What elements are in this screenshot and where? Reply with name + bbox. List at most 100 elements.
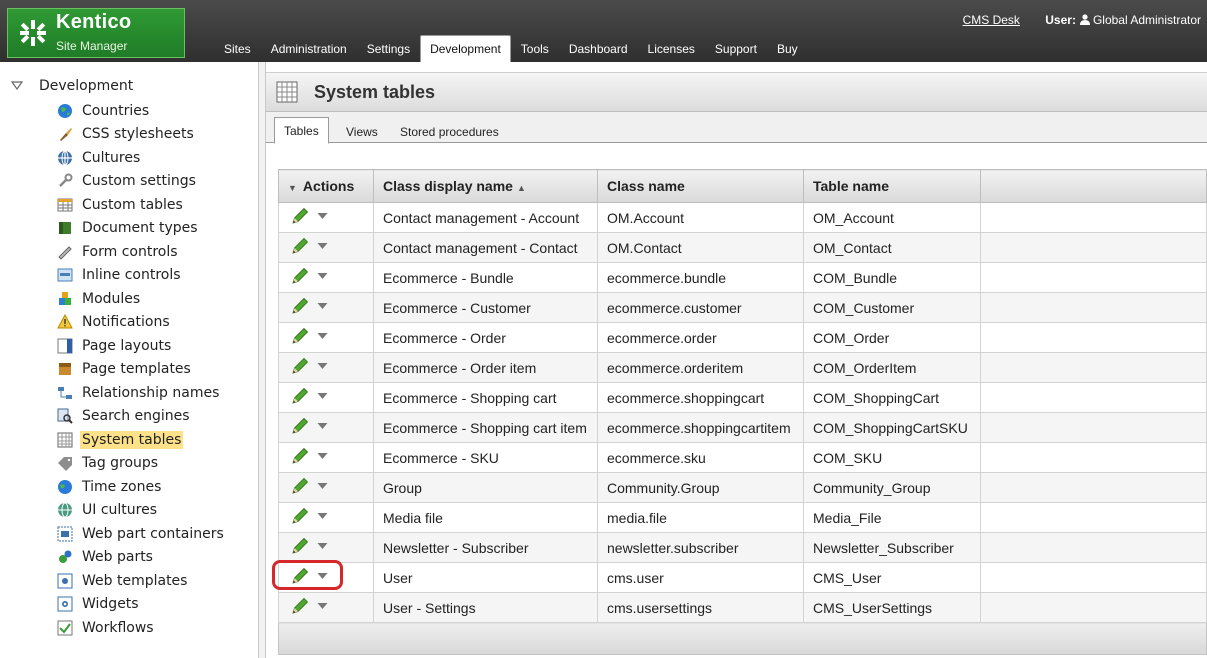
user-area: CMS Desk User: Global Administrator <box>963 13 1201 27</box>
context-menu-arrow-icon[interactable] <box>317 302 328 310</box>
tree-item-tag-groups[interactable]: Tag groups <box>57 452 226 476</box>
table-row[interactable]: Ecommerce - Shopping cart item ecommerce.… <box>278 412 1207 443</box>
edit-pencil-icon[interactable] <box>291 297 309 315</box>
user-name[interactable]: Global Administrator <box>1093 13 1201 27</box>
table-row[interactable]: User - Settings cms.usersettings CMS_UserS… <box>278 592 1207 623</box>
filler-cell <box>980 382 1207 413</box>
tree-item-web-part-containers[interactable]: Web part containers <box>57 522 226 546</box>
edit-pencil-icon[interactable] <box>291 327 309 345</box>
tree-item-notifications[interactable]: Notifications <box>57 311 226 335</box>
context-menu-arrow-icon[interactable] <box>317 422 328 430</box>
table-row[interactable]: Ecommerce - Order ecommerce.order COM_Orde… <box>278 322 1207 353</box>
table-row[interactable]: Ecommerce - SKU ecommerce.sku COM_SKU <box>278 442 1207 473</box>
tab-views[interactable]: Views <box>346 125 378 139</box>
nav-tools[interactable]: Tools <box>511 42 559 62</box>
edit-pencil-icon[interactable] <box>291 537 309 555</box>
table-row[interactable]: Contact management - Account OM.Account OM… <box>278 202 1207 233</box>
table-row[interactable]: Ecommerce - Customer ecommerce.customer CO… <box>278 292 1207 323</box>
tab-stored-procedures[interactable]: Stored procedures <box>400 125 499 139</box>
edit-pencil-icon[interactable] <box>291 417 309 435</box>
context-menu-arrow-icon[interactable] <box>317 452 328 460</box>
context-menu-arrow-icon[interactable] <box>317 332 328 340</box>
tree-item-search-engines[interactable]: Search engines <box>57 405 226 429</box>
table-name-header[interactable]: Table name <box>803 169 981 203</box>
edit-pencil-icon[interactable] <box>291 447 309 465</box>
actions-header[interactable]: ▼ Actions <box>278 169 374 203</box>
tree-item-inline-controls[interactable]: Inline controls <box>57 264 226 288</box>
tree-item-page-templates[interactable]: Page templates <box>57 358 226 382</box>
edit-pencil-icon[interactable] <box>291 267 309 285</box>
tree-item-time-zones[interactable]: Time zones <box>57 475 226 499</box>
kentico-logo[interactable]: Kentico Site Manager <box>7 8 185 58</box>
class-display-name-cell: Media file <box>373 502 598 533</box>
cms-desk-link[interactable]: CMS Desk <box>963 13 1020 27</box>
tree-item-system-tables[interactable]: System tables <box>57 428 226 452</box>
table-row[interactable]: Media file media.file Media_File <box>278 502 1207 533</box>
context-menu-arrow-icon[interactable] <box>317 212 328 220</box>
tree-item-css-stylesheets[interactable]: CSS stylesheets <box>57 123 226 147</box>
table-row[interactable]: Group Community.Group Community_Group <box>278 472 1207 503</box>
tree-item-label: Custom tables <box>82 196 183 213</box>
context-menu-arrow-icon[interactable] <box>317 392 328 400</box>
table-row[interactable]: Ecommerce - Order item ecommerce.orderite… <box>278 352 1207 383</box>
actions-cell <box>278 472 374 503</box>
edit-pencil-icon[interactable] <box>291 477 309 495</box>
context-menu-arrow-icon[interactable] <box>317 362 328 370</box>
class-display-name-cell: Ecommerce - Shopping cart item <box>373 412 598 443</box>
context-menu-arrow-icon[interactable] <box>317 272 328 280</box>
class-name-cell: newsletter.subscriber <box>597 532 804 563</box>
actions-menu-icon[interactable]: ▼ <box>288 183 297 193</box>
tree-item-modules[interactable]: Modules <box>57 287 226 311</box>
tree-item-relationship-names[interactable]: Relationship names <box>57 381 226 405</box>
nav-support[interactable]: Support <box>705 42 767 62</box>
tree-root-development[interactable]: Development <box>11 78 133 94</box>
tree-item-widgets[interactable]: Widgets <box>57 593 226 617</box>
context-menu-arrow-icon[interactable] <box>317 512 328 520</box>
collapse-arrow-icon[interactable] <box>11 81 23 91</box>
nav-administration[interactable]: Administration <box>261 42 357 62</box>
grid-header-row: ▼ Actions Class display name ▲ Class name … <box>278 169 1207 203</box>
tree-item-page-layouts[interactable]: Page layouts <box>57 334 226 358</box>
table-row[interactable]: Newsletter - Subscriber newsletter.subscr… <box>278 532 1207 563</box>
edit-pencil-icon[interactable] <box>291 237 309 255</box>
class-name-header[interactable]: Class name <box>597 169 804 203</box>
table-row[interactable]: Ecommerce - Bundle ecommerce.bundle COM_Bu… <box>278 262 1207 293</box>
nav-development[interactable]: Development <box>420 35 511 62</box>
edit-pencil-icon[interactable] <box>291 357 309 375</box>
nav-settings[interactable]: Settings <box>357 42 420 62</box>
nav-licenses[interactable]: Licenses <box>638 42 705 62</box>
context-menu-arrow-icon[interactable] <box>317 542 328 550</box>
tree-item-form-controls[interactable]: Form controls <box>57 240 226 264</box>
context-menu-arrow-icon[interactable] <box>317 572 328 580</box>
class-name-header-label: Class name <box>607 178 685 194</box>
nav-dashboard[interactable]: Dashboard <box>559 42 638 62</box>
edit-pencil-icon[interactable] <box>291 207 309 225</box>
class-display-name-cell: Ecommerce - SKU <box>373 442 598 473</box>
tree-item-web-parts[interactable]: Web parts <box>57 546 226 570</box>
edit-pencil-icon[interactable] <box>291 597 309 615</box>
edit-pencil-icon[interactable] <box>291 507 309 525</box>
tree-item-ui-cultures[interactable]: UI cultures <box>57 499 226 523</box>
nav-sites[interactable]: Sites <box>214 42 261 62</box>
tree-item-custom-tables[interactable]: Custom tables <box>57 193 226 217</box>
tree-item-countries[interactable]: Countries <box>57 99 226 123</box>
layout-icon <box>57 338 73 354</box>
display-name-header[interactable]: Class display name ▲ <box>373 169 598 203</box>
tree-item-document-types[interactable]: Document types <box>57 217 226 241</box>
panel-splitter[interactable]: ◀ <box>258 62 266 658</box>
table-row[interactable]: Contact management - Contact OM.Contact OM… <box>278 232 1207 263</box>
tree-item-workflows[interactable]: Workflows <box>57 616 226 640</box>
context-menu-arrow-icon[interactable] <box>317 602 328 610</box>
tree-item-custom-settings[interactable]: Custom settings <box>57 170 226 194</box>
table-row[interactable]: Ecommerce - Shopping cart ecommerce.shopp… <box>278 382 1207 413</box>
table-row[interactable]: User cms.user CMS_User <box>278 562 1207 593</box>
context-menu-arrow-icon[interactable] <box>317 482 328 490</box>
development-tree: Development Countries CSS stylesheets Cult… <box>0 62 258 658</box>
tree-item-web-templates[interactable]: Web templates <box>57 569 226 593</box>
nav-buy[interactable]: Buy <box>767 42 808 62</box>
context-menu-arrow-icon[interactable] <box>317 242 328 250</box>
tab-tables[interactable]: Tables <box>274 117 329 144</box>
edit-pencil-icon[interactable] <box>291 387 309 405</box>
tree-item-cultures[interactable]: Cultures <box>57 146 226 170</box>
edit-pencil-icon[interactable] <box>291 567 309 585</box>
